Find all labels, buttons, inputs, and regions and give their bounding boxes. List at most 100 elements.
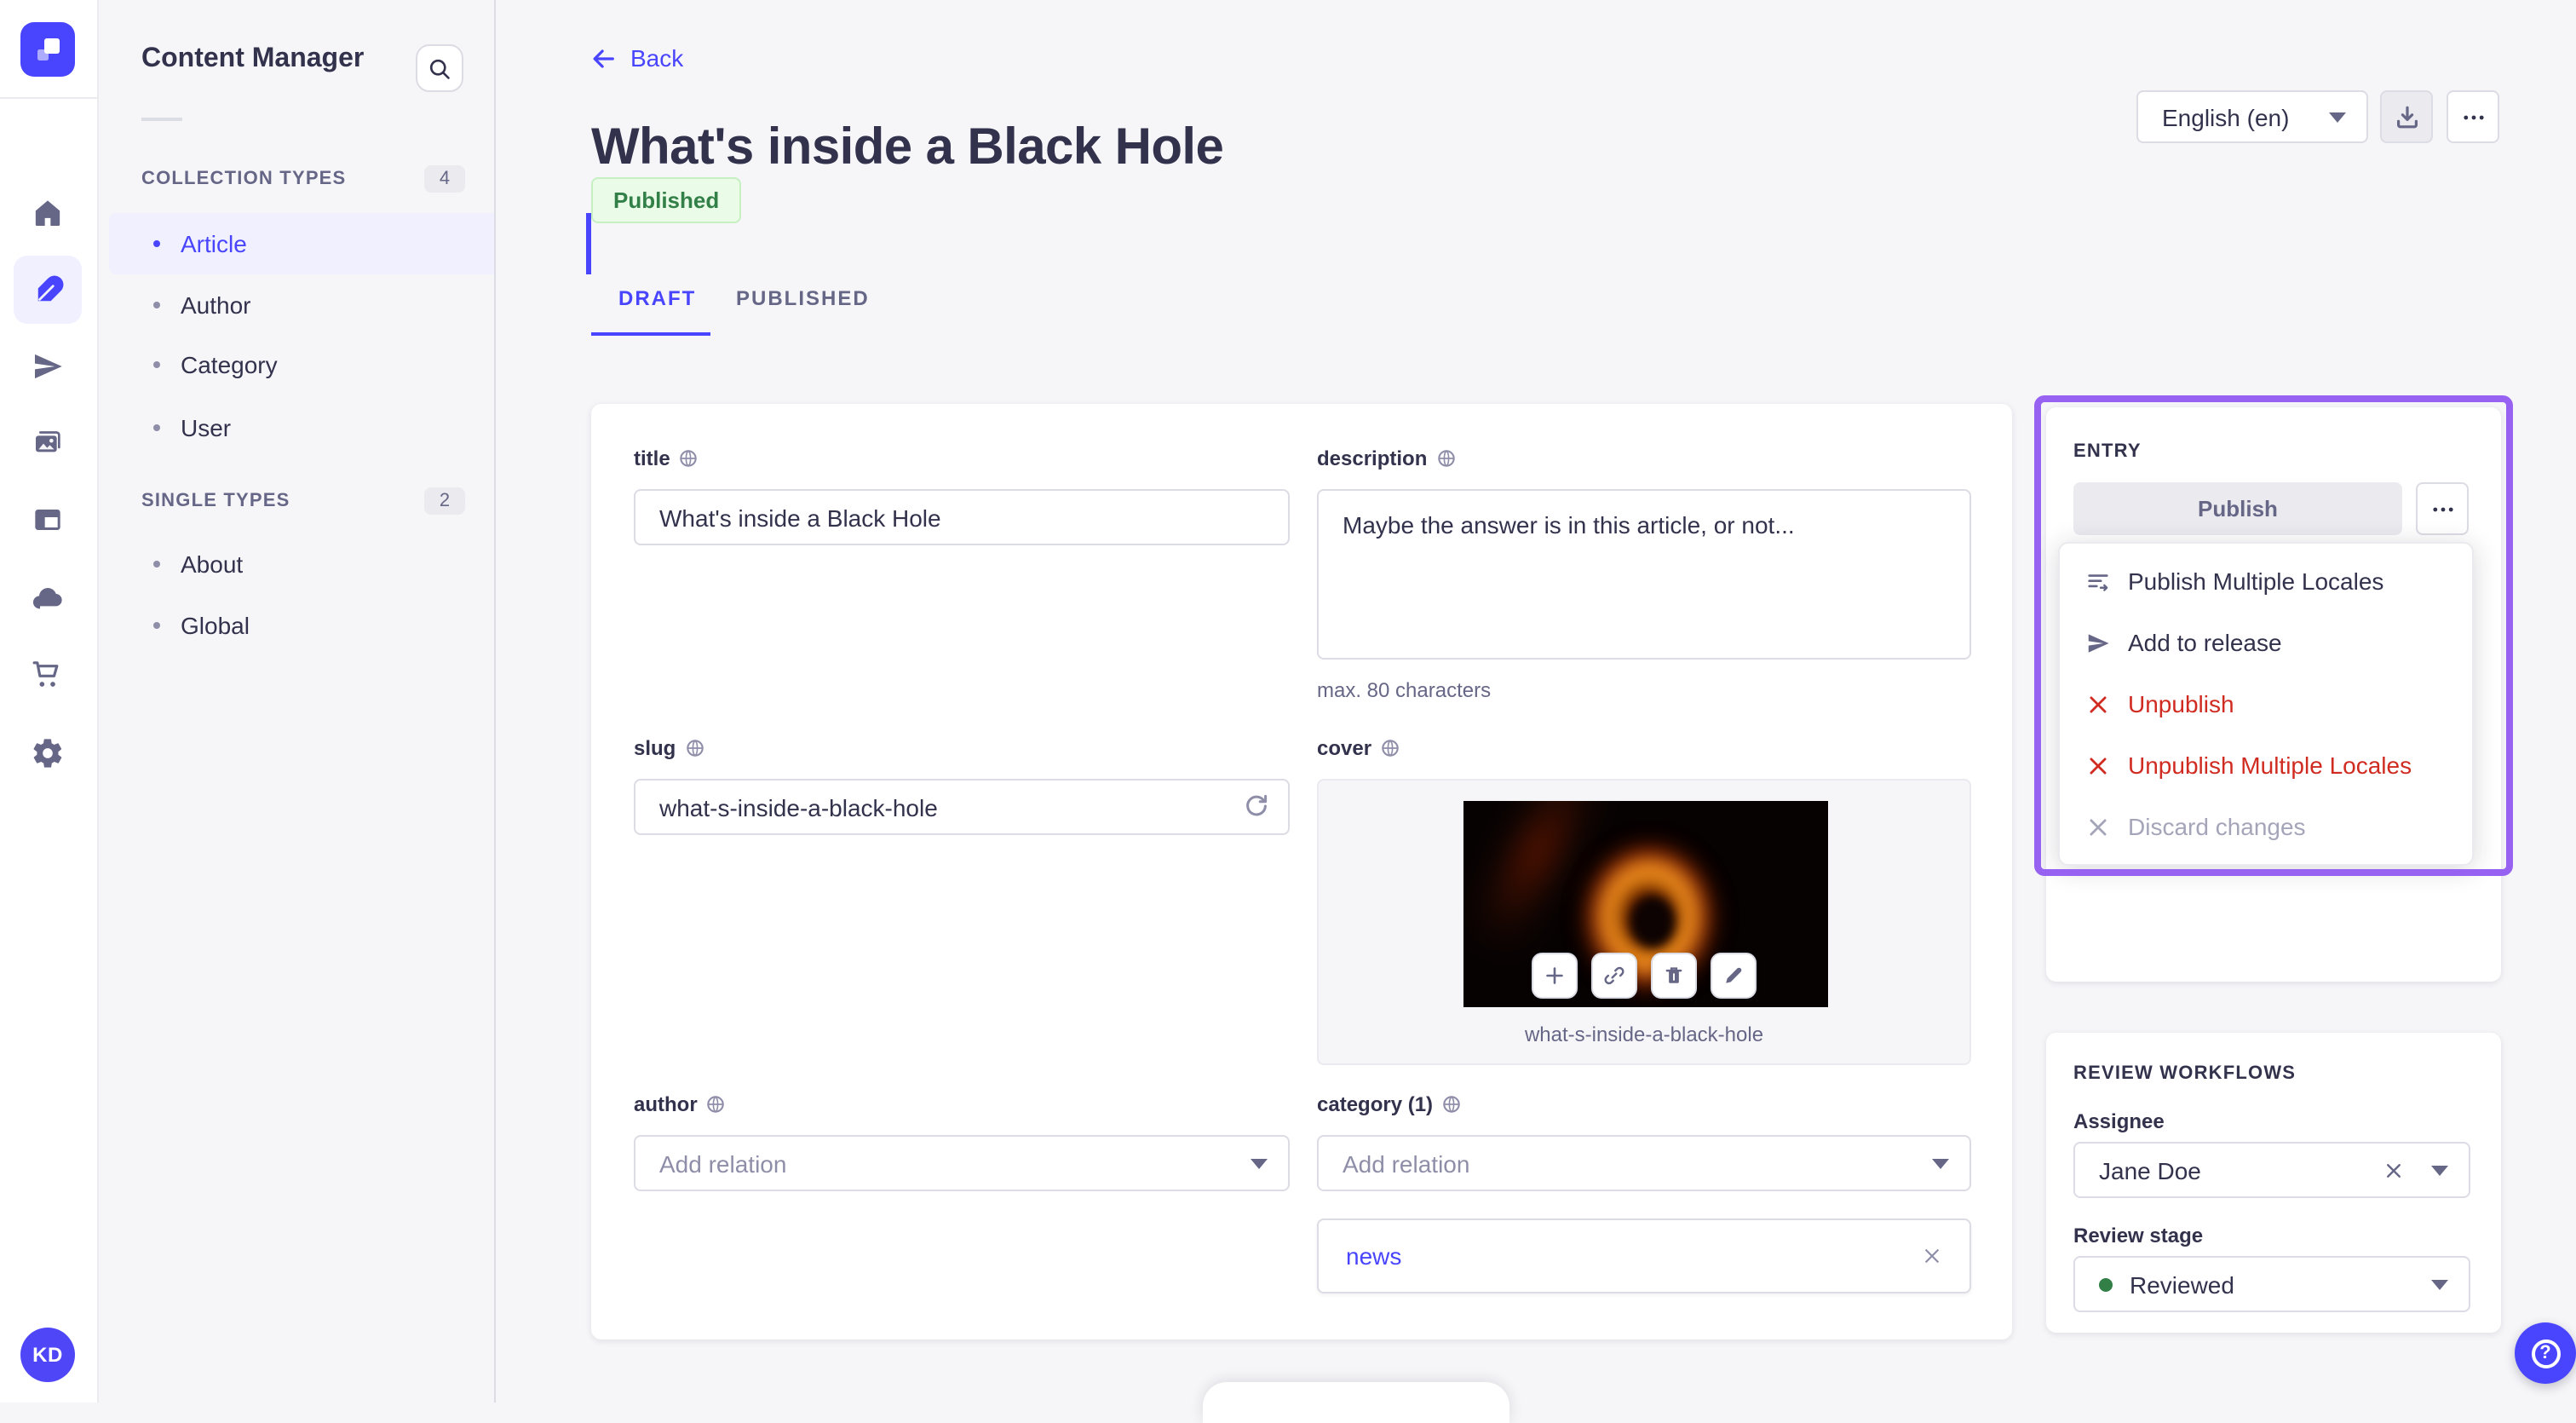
category-relation-combobox[interactable]: Add relation bbox=[1317, 1135, 1971, 1191]
sidebar-item-label: Author bbox=[181, 291, 251, 319]
title-input[interactable] bbox=[634, 489, 1290, 545]
nav-deploy[interactable] bbox=[14, 564, 82, 632]
trash-icon bbox=[1665, 967, 1682, 983]
search-button[interactable] bbox=[416, 44, 463, 92]
nav-marketplace[interactable] bbox=[14, 641, 82, 709]
nav-content-type-builder[interactable] bbox=[14, 486, 82, 554]
feather-icon bbox=[37, 274, 63, 301]
sidebar-item-category[interactable]: Category bbox=[109, 334, 494, 395]
menu-item-unpublish-multiple-locales[interactable]: Unpublish Multiple Locales bbox=[2060, 735, 2472, 796]
paper-plane-icon bbox=[2087, 633, 2108, 652]
delete-asset-button[interactable] bbox=[1651, 953, 1697, 999]
globe-icon bbox=[707, 1096, 725, 1113]
clear-assignee-button[interactable] bbox=[2383, 1160, 2404, 1180]
menu-item-publish-multiple-locales[interactable]: Publish Multiple Locales bbox=[2060, 550, 2472, 612]
arrow-left-icon bbox=[593, 49, 614, 67]
entry-more-button[interactable] bbox=[2416, 482, 2469, 535]
field-label: author bbox=[634, 1092, 1290, 1116]
sidebar-divider bbox=[141, 118, 182, 121]
review-stage-value: Reviewed bbox=[2130, 1270, 2234, 1298]
cross-icon bbox=[2089, 818, 2106, 835]
menu-item-discard-changes[interactable]: Discard changes bbox=[2060, 796, 2472, 857]
field-label-text: title bbox=[634, 446, 670, 470]
description-textarea[interactable]: Maybe the answer is in this article, or … bbox=[1317, 489, 1971, 660]
menu-item-label: Publish Multiple Locales bbox=[2128, 567, 2384, 595]
sidebar-title: Content Manager bbox=[141, 44, 365, 73]
sidebar-item-user[interactable]: User bbox=[109, 397, 494, 458]
locale-select[interactable]: English (en) bbox=[2136, 90, 2368, 143]
review-stage-label: Review stage bbox=[2073, 1224, 2204, 1247]
assignee-combobox[interactable]: Jane Doe bbox=[2073, 1142, 2470, 1198]
chevron-down-icon bbox=[1251, 1158, 1268, 1168]
nav-releases[interactable] bbox=[14, 332, 82, 400]
nav-media-library[interactable] bbox=[14, 409, 82, 477]
cover-asset-card[interactable]: what-s-inside-a-black-hole bbox=[1317, 779, 1971, 1065]
description-hint: max. 80 characters bbox=[1317, 678, 1492, 702]
app-root: KD Content Manager COLLECTION TYPES 4 Ar… bbox=[0, 0, 2576, 1423]
review-workflows-heading: REVIEW WORKFLOWS bbox=[2073, 1063, 2297, 1084]
remove-relation-button[interactable] bbox=[1922, 1246, 1942, 1266]
download-button[interactable] bbox=[2380, 90, 2433, 143]
edit-asset-button[interactable] bbox=[1711, 953, 1757, 999]
globe-icon bbox=[1443, 1096, 1460, 1113]
nav-settings[interactable] bbox=[14, 719, 82, 787]
question-mark-icon: ? bbox=[2531, 1339, 2560, 1368]
sidebar-item-label: User bbox=[181, 414, 232, 441]
menu-item-add-to-release[interactable]: Add to release bbox=[2060, 612, 2472, 673]
refresh-icon bbox=[1246, 794, 1268, 816]
chevron-down-icon bbox=[2431, 1279, 2448, 1289]
entry-heading: ENTRY bbox=[2073, 441, 2142, 462]
sidebar-item-label: Global bbox=[181, 612, 250, 639]
field-label-text: author bbox=[634, 1092, 698, 1116]
x-icon bbox=[1925, 1249, 1939, 1263]
cross-icon bbox=[2089, 695, 2106, 712]
combobox-placeholder: Add relation bbox=[659, 1149, 787, 1177]
author-relation-combobox[interactable]: Add relation bbox=[634, 1135, 1290, 1191]
regenerate-slug-button[interactable] bbox=[1242, 792, 1269, 820]
status-badge: Published bbox=[591, 177, 742, 223]
edit-form-card: title description Maybe the answer is in… bbox=[591, 404, 2012, 1339]
menu-item-unpublish[interactable]: Unpublish bbox=[2060, 673, 2472, 735]
sidebar-item-about[interactable]: About bbox=[109, 533, 494, 595]
field-cover: cover what-s-inside-a-black-hole bbox=[1317, 736, 1971, 1065]
bullet-icon bbox=[153, 622, 160, 629]
nav-home[interactable] bbox=[14, 179, 82, 247]
field-label-text: slug bbox=[634, 736, 676, 760]
field-title: title bbox=[634, 446, 1290, 545]
bullet-icon bbox=[153, 424, 160, 431]
review-stage-combobox[interactable]: Reviewed bbox=[2073, 1256, 2470, 1312]
layout-icon bbox=[35, 510, 60, 530]
sidebar-item-global[interactable]: Global bbox=[109, 595, 494, 656]
more-actions-button[interactable] bbox=[2447, 90, 2499, 143]
ellipsis-icon bbox=[2432, 506, 2452, 511]
x-icon bbox=[2387, 1163, 2401, 1177]
strapi-logo[interactable] bbox=[20, 22, 75, 77]
section-label: COLLECTION TYPES bbox=[141, 169, 347, 189]
add-asset-button[interactable] bbox=[1532, 953, 1578, 999]
user-avatar[interactable]: KD bbox=[20, 1328, 75, 1382]
field-label: title bbox=[634, 446, 1290, 470]
stage-status-dot bbox=[2099, 1277, 2113, 1291]
review-workflows-panel: REVIEW WORKFLOWS Assignee Jane Doe Revie… bbox=[2046, 1033, 2501, 1333]
sidebar-item-author[interactable]: Author bbox=[109, 274, 494, 336]
main-nav-rail: KD bbox=[0, 0, 99, 1403]
download-icon bbox=[2396, 105, 2417, 128]
home-icon bbox=[35, 200, 60, 226]
help-button[interactable]: ? bbox=[2515, 1322, 2576, 1384]
plus-icon bbox=[1546, 967, 1563, 984]
tab-published[interactable]: PUBLISHED bbox=[736, 286, 870, 310]
publish-button[interactable]: Publish bbox=[2073, 482, 2402, 535]
ellipsis-icon bbox=[2463, 114, 2483, 119]
copy-link-button[interactable] bbox=[1591, 953, 1637, 999]
relation-link[interactable]: news bbox=[1346, 1242, 1401, 1270]
paper-plane-icon bbox=[35, 354, 62, 379]
section-label: SINGLE TYPES bbox=[141, 491, 290, 511]
slug-input[interactable] bbox=[634, 779, 1290, 835]
section-count-badge: 2 bbox=[424, 487, 465, 515]
chevron-down-icon bbox=[1932, 1158, 1949, 1168]
cover-caption: what-s-inside-a-black-hole bbox=[1524, 1023, 1764, 1046]
sidebar-item-article[interactable]: Article bbox=[109, 213, 494, 274]
back-link[interactable]: Back bbox=[591, 44, 683, 72]
tab-draft[interactable]: DRAFT bbox=[618, 286, 696, 310]
nav-content-manager[interactable] bbox=[14, 256, 82, 324]
